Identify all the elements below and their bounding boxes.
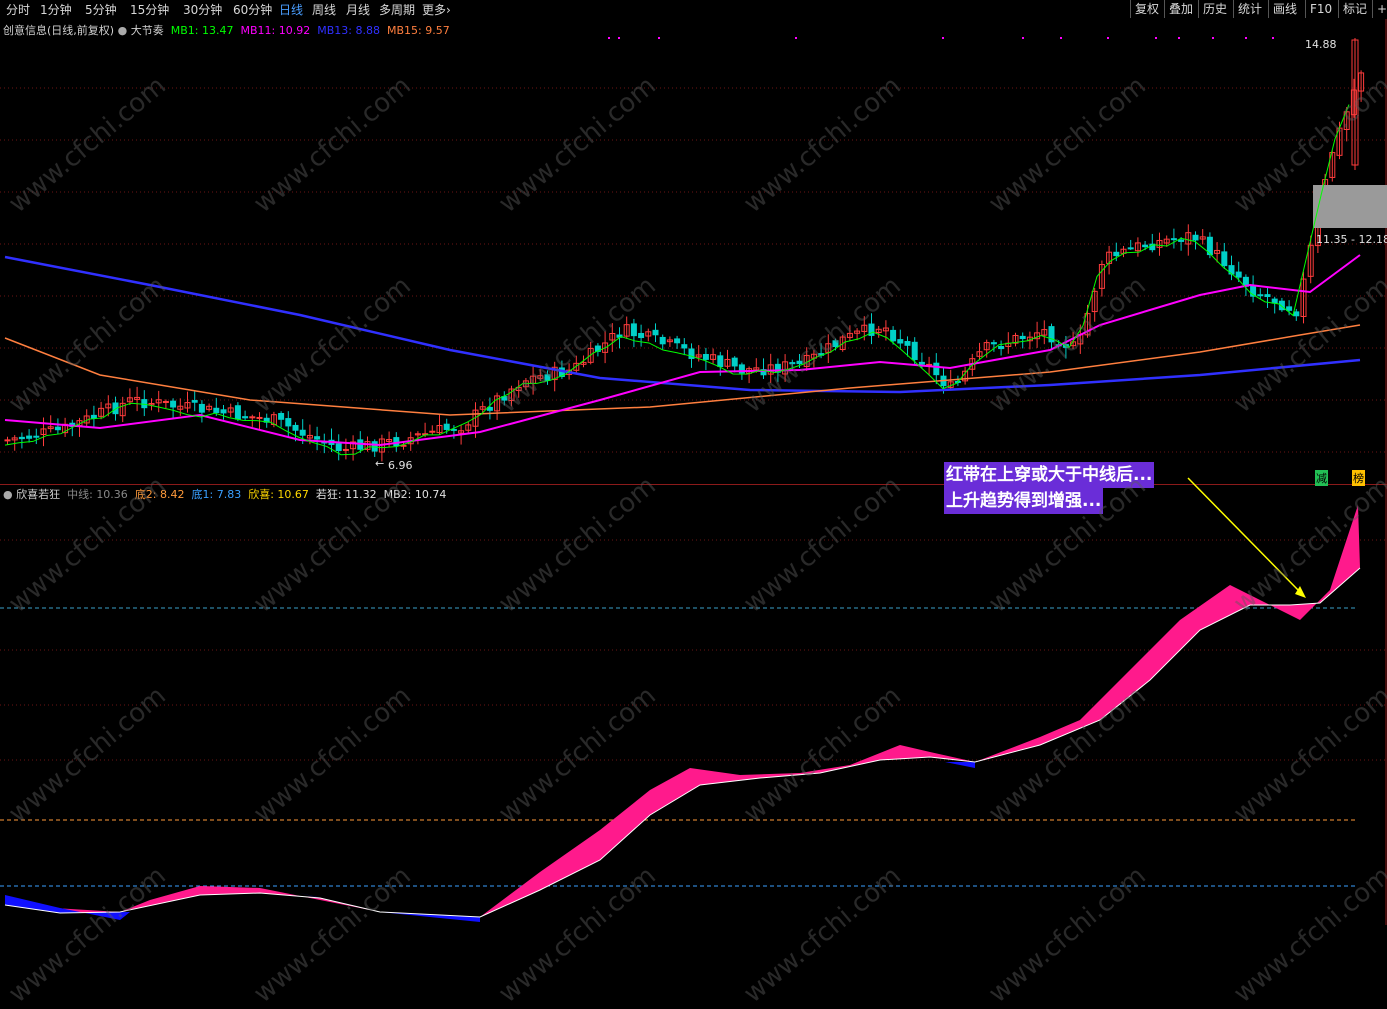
selection-box — [1313, 185, 1387, 228]
candle-body — [1293, 311, 1300, 317]
chart-canvas[interactable] — [0, 0, 1387, 925]
candle-body — [702, 353, 709, 360]
candle-body — [242, 416, 249, 419]
candle-body — [681, 344, 688, 349]
signal-dot — [1212, 37, 1214, 39]
candle-body — [1127, 247, 1134, 250]
signal-dot — [795, 37, 797, 39]
candle-body — [990, 342, 997, 345]
candle-body — [717, 355, 724, 368]
signal-dot — [1060, 37, 1062, 39]
signal-dot — [1245, 37, 1247, 39]
signal-dot — [942, 37, 944, 39]
mb15-line — [4, 324, 1361, 416]
candle-body — [998, 346, 1005, 350]
candle-body — [4, 439, 11, 442]
candle-body — [659, 336, 666, 345]
candle-body — [191, 400, 198, 403]
badge-jian: 减 — [1315, 470, 1328, 486]
blue-band — [945, 762, 975, 768]
candle-body — [299, 429, 306, 436]
candle-body — [1264, 294, 1271, 298]
candle-body — [904, 341, 911, 346]
mb13-line — [4, 255, 1361, 394]
candle-body — [278, 413, 285, 420]
candle-body — [429, 430, 436, 433]
candle-body — [1019, 335, 1026, 340]
candle-body — [162, 401, 169, 404]
mb1-line — [4, 104, 1350, 456]
candle-body — [1142, 244, 1149, 248]
candle-body — [342, 448, 349, 451]
candle-body — [314, 436, 321, 440]
candle-body — [234, 405, 241, 420]
candle-body — [1192, 234, 1199, 241]
candle-body — [213, 407, 220, 413]
low-arrow-icon: ← — [375, 457, 385, 470]
price-range-label: 11.35 - 12.18 — [1316, 233, 1387, 246]
candle-body — [652, 329, 659, 336]
center-line — [4, 567, 1361, 918]
candle-body — [731, 357, 738, 367]
candle-body — [220, 409, 227, 414]
candle-body — [674, 338, 681, 344]
candle-body — [292, 424, 299, 431]
candle-body — [335, 443, 342, 452]
candle-body — [1286, 306, 1293, 311]
candle-body — [33, 435, 40, 438]
candle-body — [1235, 271, 1242, 278]
candle-body — [911, 341, 918, 360]
candle-body — [1113, 251, 1120, 257]
candle-body — [1257, 294, 1264, 297]
signal-dot — [1155, 37, 1157, 39]
candle-body — [371, 441, 378, 452]
candle-body — [897, 339, 904, 344]
candle-body — [450, 428, 457, 431]
candle-body — [256, 416, 263, 419]
signal-dot — [618, 37, 620, 39]
candle-body — [443, 423, 450, 430]
mb11-line — [4, 254, 1361, 447]
high-price-label: 14.88 — [1305, 38, 1337, 51]
signal-dot — [658, 37, 660, 39]
low-price-label: 6.96 — [388, 459, 413, 472]
candle-body — [638, 332, 645, 339]
candle-body — [18, 436, 25, 440]
candle-body — [918, 361, 925, 365]
signal-dot — [1272, 37, 1274, 39]
signal-dot — [1178, 37, 1180, 39]
candle-body — [285, 418, 292, 427]
candle-body — [249, 416, 256, 419]
signal-dot — [1107, 37, 1109, 39]
signal-dot — [608, 37, 610, 39]
candle-body — [26, 435, 33, 439]
signal-dot — [1022, 37, 1024, 39]
candle-body — [1271, 298, 1278, 304]
candle-body — [393, 437, 400, 447]
candle-body — [54, 426, 61, 431]
candle-body — [890, 329, 897, 342]
candle-body — [933, 362, 940, 376]
candle-body — [1178, 239, 1185, 242]
candle-body — [1170, 238, 1177, 241]
candle-body — [1221, 251, 1228, 267]
candle-body — [198, 403, 205, 413]
annotation-line-2: 上升趋势得到增强... — [944, 488, 1104, 514]
candle-body — [170, 400, 177, 408]
candle-body — [630, 323, 637, 337]
candle-body — [90, 414, 97, 419]
pink-band — [5, 505, 1360, 917]
